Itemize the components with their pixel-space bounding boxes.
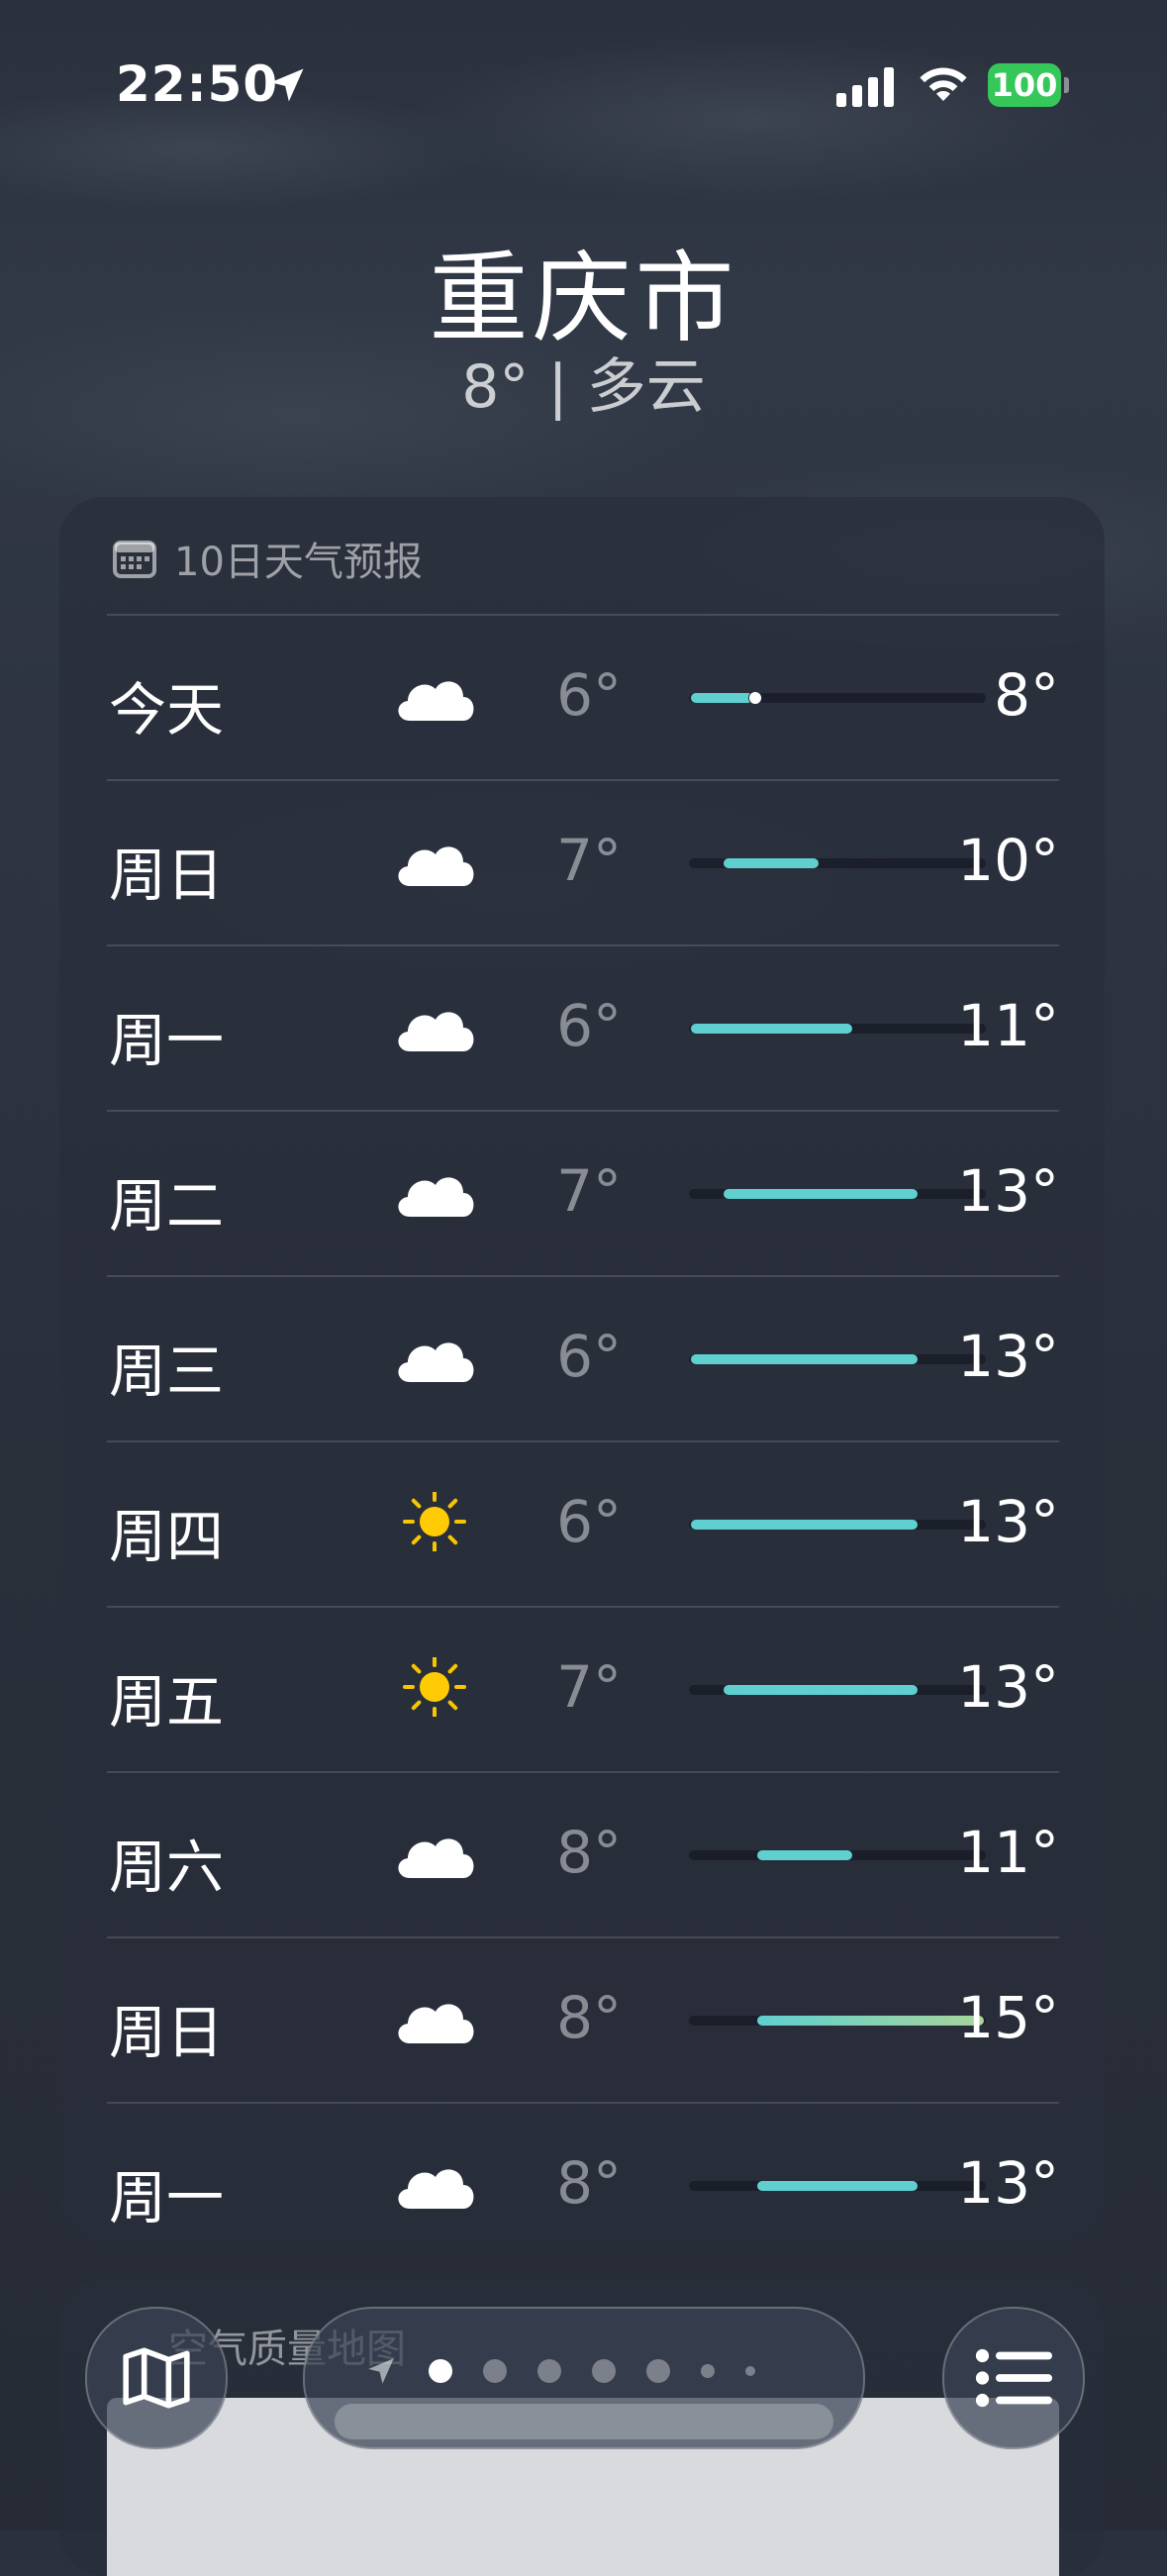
map-button[interactable] — [85, 2307, 228, 2449]
forecast-row[interactable]: 周二 7° 13° — [107, 1110, 1059, 1275]
temp-range-track — [689, 858, 986, 868]
temp-range-bar — [756, 2181, 919, 2191]
cloud-icon — [390, 1161, 479, 1231]
temp-range-track — [689, 1354, 986, 1364]
low-temp: 8° — [556, 1819, 622, 1886]
forecast-day-label: 今天 — [109, 676, 225, 743]
high-temp: 8° — [994, 661, 1059, 729]
forecast-row[interactable]: 周六 8° 11° — [107, 1771, 1059, 1936]
low-temp: 7° — [556, 1157, 622, 1225]
battery-cap — [1064, 77, 1069, 93]
current-location-arrow-icon — [368, 2358, 394, 2384]
cloud-icon — [390, 831, 479, 900]
current-temp-dot — [747, 691, 762, 705]
map-icon — [123, 2347, 190, 2409]
page-dot — [592, 2359, 616, 2383]
low-temp: 8° — [556, 1984, 622, 2051]
calendar-icon — [113, 541, 156, 578]
high-temp: 11° — [957, 992, 1059, 1059]
forecast-row[interactable]: 周一 6° 11° — [107, 944, 1059, 1110]
high-temp: 13° — [957, 1323, 1059, 1390]
page-dot — [537, 2359, 561, 2383]
wifi-icon — [920, 67, 967, 101]
high-temp: 15° — [957, 1984, 1059, 2051]
forecast-row[interactable]: 周日 7° 10° — [107, 779, 1059, 944]
location-arrow-icon — [270, 68, 304, 102]
temp-range-track — [689, 1685, 986, 1695]
forecast-day-label: 周六 — [109, 1833, 225, 1901]
sun-icon — [390, 1655, 479, 1727]
temp-range-track — [689, 1850, 986, 1860]
forecast-day-label: 周四 — [109, 1503, 225, 1570]
high-temp: 13° — [957, 1488, 1059, 1555]
forecast-row[interactable]: 周四 6° 13° — [107, 1440, 1059, 1606]
forecast-day-label: 周二 — [109, 1172, 225, 1239]
temp-range-bar — [724, 1685, 919, 1695]
temp-range-bar — [691, 1024, 852, 1034]
list-icon — [975, 2348, 1052, 2408]
high-temp: 10° — [957, 827, 1059, 894]
temp-range-track — [689, 691, 986, 705]
temp-range-track — [689, 1520, 986, 1530]
forecast-row[interactable]: 周五 7° 13° — [107, 1606, 1059, 1771]
forecast-row[interactable]: 周三 6° 13° — [107, 1275, 1059, 1440]
forecast-day-label: 周一 — [109, 1007, 225, 1074]
current-summary: 8° | 多云 — [461, 352, 706, 422]
temp-range-track — [689, 1024, 986, 1034]
forecast-rows: 今天 6° 8° 周日 7° 10° 周一 6° 11° 周二 7° 13° 周三 6° 13° 周四 6° 13… — [107, 614, 1059, 2267]
ten-day-forecast-card[interactable]: 10日天气预报 今天 6° 8° 周日 7° 10° 周一 6° 11° 周二 7° 13° 周三 6° 1… — [59, 497, 1105, 2243]
forecast-day-label: 周三 — [109, 1338, 225, 1405]
city-list-button[interactable] — [942, 2307, 1085, 2449]
forecast-day-label: 周一 — [109, 2164, 225, 2231]
cloud-icon — [390, 2153, 479, 2223]
forecast-row[interactable]: 周一 8° 13° — [107, 2102, 1059, 2267]
forecast-day-label: 周日 — [109, 842, 225, 909]
cloud-icon — [390, 1823, 479, 1892]
page-dot — [483, 2359, 507, 2383]
low-temp: 6° — [556, 1323, 622, 1390]
high-temp: 13° — [957, 1653, 1059, 1721]
cloud-icon — [390, 1327, 479, 1396]
low-temp: 8° — [556, 2149, 622, 2217]
forecast-day-label: 周五 — [109, 1668, 225, 1735]
page-indicator — [364, 2354, 755, 2388]
status-bar: 22:50 100 — [0, 0, 1167, 149]
forecast-card-header: 10日天气预报 — [113, 527, 423, 590]
page-dot — [646, 2359, 670, 2383]
temp-range-bar — [691, 1354, 919, 1364]
temp-range-track — [689, 1189, 986, 1199]
low-temp: 7° — [556, 827, 622, 894]
low-temp: 6° — [556, 661, 622, 729]
location-pager[interactable] — [303, 2307, 865, 2449]
temp-range-bar — [724, 1189, 919, 1199]
low-temp: 7° — [556, 1653, 622, 1721]
forecast-card-title: 10日天气预报 — [174, 540, 423, 585]
pager-handle — [335, 2404, 833, 2439]
battery-indicator: 100 — [988, 63, 1061, 107]
high-temp: 13° — [957, 1157, 1059, 1225]
cloud-icon — [390, 1988, 479, 2057]
temp-range-track — [689, 2016, 986, 2026]
temp-range-bar — [691, 693, 753, 703]
cloud-icon — [390, 996, 479, 1065]
forecast-row[interactable]: 周日 8° 15° — [107, 1936, 1059, 2102]
high-temp: 11° — [957, 1819, 1059, 1886]
temp-range-bar — [724, 858, 820, 868]
high-temp: 13° — [957, 2149, 1059, 2217]
cellular-signal-icon — [836, 67, 894, 107]
status-time: 22:50 — [116, 55, 279, 113]
low-temp: 6° — [556, 1488, 622, 1555]
sun-icon — [390, 1490, 479, 1561]
page-dot — [745, 2366, 755, 2376]
temp-range-track — [689, 2181, 986, 2191]
temp-range-bar — [756, 2016, 984, 2026]
page-dot — [701, 2364, 715, 2378]
forecast-day-label: 周日 — [109, 1999, 225, 2066]
temp-range-bar — [691, 1520, 919, 1530]
page-dot-active — [429, 2359, 452, 2383]
forecast-row[interactable]: 今天 6° 8° — [107, 614, 1059, 779]
temp-range-bar — [756, 1850, 852, 1860]
low-temp: 6° — [556, 992, 622, 1059]
cloud-icon — [390, 665, 479, 735]
